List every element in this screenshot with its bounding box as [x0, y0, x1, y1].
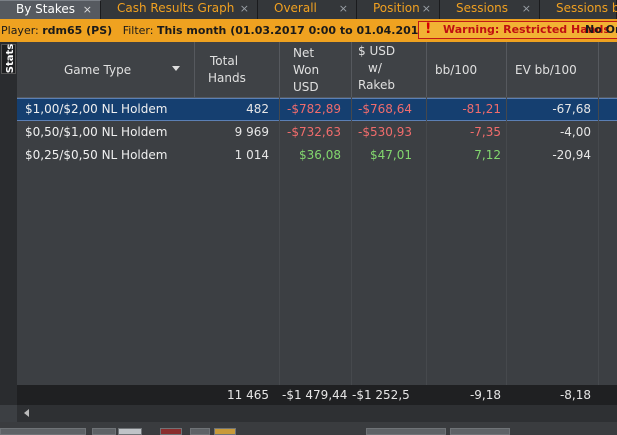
cell-usd-rake: $47,01 — [370, 148, 412, 162]
column-label: EV bb/100 — [515, 63, 577, 77]
scroll-left-icon[interactable] — [24, 409, 29, 417]
dropdown-icon[interactable] — [172, 66, 180, 71]
cell-bb100: 7,12 — [474, 148, 501, 162]
tab-label: By Stakes — [16, 2, 75, 16]
stats-tab-label: Stats — [5, 43, 17, 74]
tab-sessions-by[interactable]: Sessions by — [540, 0, 617, 19]
cell-game-type: $0,50/$1,00 NL Holdem — [25, 125, 168, 139]
tab-sessions[interactable]: Sessions × — [440, 0, 540, 19]
tab-label: Overall — [274, 1, 317, 15]
stats-side-tab[interactable]: Stats — [1, 44, 16, 74]
toolbar-button[interactable] — [214, 428, 236, 435]
warning-more-text: No Om — [585, 23, 617, 36]
tab-label: Cash Results Graph — [117, 1, 235, 15]
total-ev-bb100: -8,18 — [559, 388, 591, 402]
column-header-total-hands[interactable]: Total Hands — [195, 42, 280, 97]
cell-bb100: -7,35 — [469, 125, 501, 139]
filter-summary[interactable]: Player: rdm65 (PS) Filter: This month (0… — [1, 19, 462, 42]
cell-bb100: -81,21 — [462, 102, 501, 116]
column-label-line: Hands — [208, 71, 246, 85]
column-label-line: Won — [293, 63, 320, 77]
side-panel-strip — [0, 42, 17, 405]
column-label: bb/100 — [435, 63, 478, 77]
column-header-bb100[interactable]: bb/100 — [427, 42, 507, 97]
filter-value: This month (01.03.2017 0:00 to 01.04.201… — [156, 24, 463, 37]
cell-ev-bb100: -20,94 — [552, 148, 591, 162]
tab-by-stakes[interactable]: By Stakes × — [0, 0, 101, 19]
totals-row: 11 465 -$1 479,44 -$1 252,56 -9,18 -8,18 — [17, 385, 617, 405]
cell-total-hands: 482 — [246, 102, 269, 116]
total-usd-rake: -$1 252,56 — [352, 388, 409, 402]
warning-icon: ! — [425, 21, 432, 37]
cell-usd-rake: -$768,64 — [358, 102, 412, 116]
close-icon[interactable]: × — [240, 0, 249, 17]
cell-total-hands: 1 014 — [234, 148, 269, 162]
tab-cash-results-graph[interactable]: Cash Results Graph × — [101, 0, 258, 19]
filter-label: Filter: — [122, 24, 154, 37]
tab-label: Sessions — [456, 1, 509, 15]
close-icon[interactable]: × — [83, 1, 92, 18]
cell-net-won: -$732,63 — [287, 125, 341, 139]
column-label-line: Net — [293, 46, 315, 60]
total-hands: 11 465 — [227, 388, 269, 402]
column-divider — [279, 97, 280, 385]
cell-ev-bb100: -4,00 — [559, 125, 591, 139]
column-divider — [426, 97, 427, 385]
tab-position[interactable]: Position × — [357, 0, 440, 19]
toolbar-field[interactable] — [0, 428, 86, 435]
restricted-hands-warning[interactable]: ! Warning: Restricted Hands No Om — [418, 21, 617, 39]
player-label: Player: — [1, 24, 39, 37]
column-divider — [598, 97, 599, 385]
cell-total-hands: 9 969 — [234, 125, 269, 139]
tab-overall[interactable]: Overall × — [258, 0, 357, 19]
table-row[interactable]: $0,25/$0,50 NL Holdem 1 014 $36,08 $47,0… — [17, 144, 617, 167]
tab-strip: By Stakes × Cash Results Graph × Overall… — [0, 0, 617, 19]
column-label-line: USD — [293, 80, 319, 94]
toolbar-field[interactable] — [450, 428, 510, 435]
column-label: Game Type — [64, 63, 132, 77]
toolbar-button[interactable] — [92, 428, 116, 435]
column-label-line: Rakeb — [358, 78, 395, 92]
cell-usd-rake: -$530,93 — [358, 125, 412, 139]
column-label-line: w/ — [368, 61, 382, 75]
total-bb100: -9,18 — [469, 388, 501, 402]
column-label-line: $ USD — [358, 44, 396, 58]
player-value: rdm65 (PS) — [42, 24, 113, 37]
stats-grid: Game Type Total Hands Net Won USD $ USD … — [17, 42, 617, 405]
column-header-usd-rake[interactable]: $ USD w/ Rakeb — [352, 42, 427, 97]
cell-net-won: $36,08 — [299, 148, 341, 162]
filter-bar: Player: rdm65 (PS) Filter: This month (0… — [0, 19, 617, 42]
close-icon[interactable]: × — [522, 0, 531, 17]
toolbar-button[interactable] — [160, 428, 182, 435]
column-divider — [506, 97, 507, 385]
cell-ev-bb100: -67,68 — [552, 102, 591, 116]
column-header-ev-bb100[interactable]: EV bb/100 — [507, 42, 599, 97]
cell-net-won: -$782,89 — [287, 102, 341, 116]
close-icon[interactable]: × — [422, 0, 431, 17]
bottom-toolbar — [0, 422, 617, 435]
horizontal-scrollbar[interactable] — [17, 405, 617, 422]
toolbar-button[interactable] — [118, 428, 142, 435]
table-row[interactable]: $1,00/$2,00 NL Holdem 482 -$782,89 -$768… — [17, 98, 617, 121]
grid-header: Game Type Total Hands Net Won USD $ USD … — [17, 42, 617, 98]
tab-label: Position — [373, 1, 420, 15]
column-label-line: Total — [210, 54, 239, 68]
close-icon[interactable]: × — [339, 0, 348, 17]
cell-game-type: $0,25/$0,50 NL Holdem — [25, 148, 168, 162]
cell-game-type: $1,00/$2,00 NL Holdem — [25, 102, 168, 116]
column-divider — [351, 97, 352, 385]
toolbar-button[interactable] — [190, 428, 210, 435]
total-net-won: -$1 479,44 — [282, 388, 348, 402]
table-row[interactable]: $0,50/$1,00 NL Holdem 9 969 -$732,63 -$5… — [17, 121, 617, 144]
tab-label: Sessions by — [556, 1, 617, 15]
column-header-game-type[interactable]: Game Type — [17, 42, 195, 97]
toolbar-field[interactable] — [366, 428, 446, 435]
column-header-net-won[interactable]: Net Won USD — [280, 42, 352, 97]
